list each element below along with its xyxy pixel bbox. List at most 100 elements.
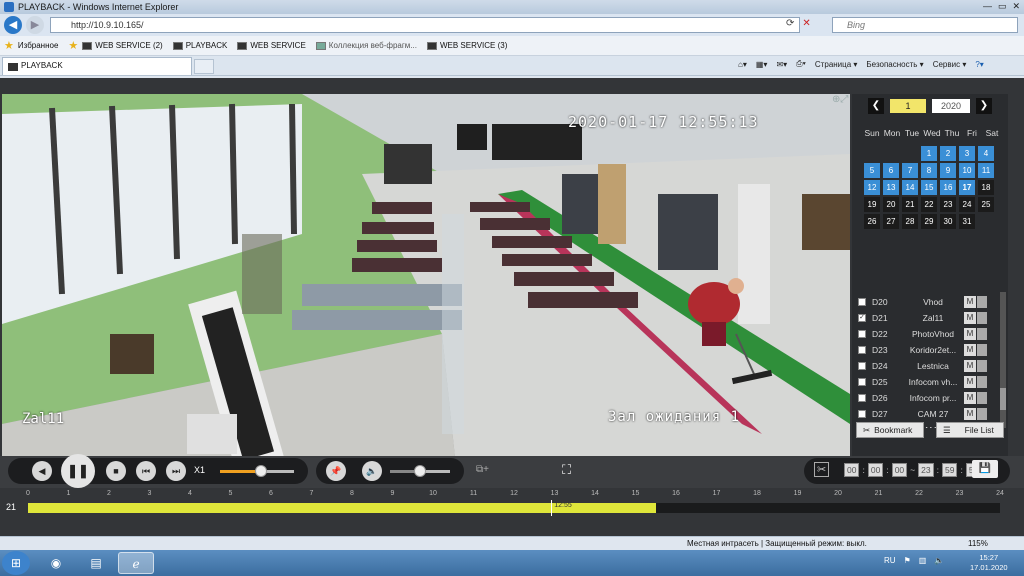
from-hour-field[interactable]: 00 <box>844 463 860 477</box>
network-icon[interactable]: ▥ <box>919 556 927 565</box>
channel-mode-dropdown[interactable] <box>977 296 987 308</box>
channel-checkbox[interactable] <box>858 346 866 354</box>
favorites-star-icon[interactable]: ★ <box>4 39 14 52</box>
maximize-button[interactable]: ▭ <box>998 1 1007 12</box>
calendar-day[interactable]: 12 <box>864 180 880 195</box>
favorites-button[interactable]: Избранное <box>18 41 59 50</box>
calendar-day[interactable]: 17 <box>959 180 975 195</box>
channel-mode[interactable]: M <box>964 360 976 372</box>
file-list-button[interactable]: ☰ File List <box>936 422 1004 438</box>
year-field[interactable]: 2020 <box>932 99 970 113</box>
play-backward-button[interactable]: ◀ <box>32 461 52 481</box>
calendar-day[interactable]: 7 <box>902 163 918 178</box>
stop-icon[interactable]: ✕ <box>802 18 810 29</box>
prev-month-button[interactable]: ❮ <box>868 98 884 114</box>
calendar-day[interactable]: 31 <box>959 214 975 229</box>
forward-button[interactable]: ▶ <box>26 16 44 34</box>
calendar-day[interactable]: 5 <box>864 163 880 178</box>
month-field[interactable]: 1 <box>890 99 926 113</box>
calendar-day[interactable]: 20 <box>883 197 899 212</box>
next-month-button[interactable]: ❯ <box>976 98 992 114</box>
calendar-day[interactable]: 14 <box>902 180 918 195</box>
fav-item[interactable]: WEB SERVICE <box>237 41 306 50</box>
fav-item[interactable]: Коллекция веб-фрагм... <box>315 41 417 50</box>
calendar-day[interactable]: 4 <box>978 146 994 161</box>
fav-item[interactable]: PLAYBACK <box>172 41 227 50</box>
save-icon[interactable]: 💾 <box>972 460 998 478</box>
channel-row[interactable]: D27 CAM 27 M <box>852 406 1002 422</box>
fav-item[interactable]: WEB SERVICE (3) <box>426 41 507 50</box>
channel-row[interactable]: D23 Koridor2et... M <box>852 342 1002 358</box>
ie-taskbar-icon[interactable]: ℯ <box>118 552 154 574</box>
service-menu[interactable]: Сервис ▾ <box>933 60 967 69</box>
channel-row[interactable]: D24 Lestnica M <box>852 358 1002 374</box>
channel-checkbox[interactable] <box>858 378 866 386</box>
from-min-field[interactable]: 00 <box>867 463 884 477</box>
calendar-day[interactable]: 9 <box>940 163 956 178</box>
clip-icon[interactable]: ✂ <box>814 462 830 477</box>
calendar-day[interactable]: 30 <box>940 214 956 229</box>
flag-icon[interactable]: ⚑ <box>904 556 911 565</box>
calendar-day[interactable]: 6 <box>883 163 899 178</box>
scroll-thumb[interactable] <box>1000 388 1006 410</box>
add-favorite-icon[interactable]: ★ <box>68 39 78 52</box>
channel-mode[interactable]: M <box>964 376 976 388</box>
channel-mode-dropdown[interactable] <box>977 328 987 340</box>
chrome-taskbar-icon[interactable]: ◉ <box>38 552 74 574</box>
from-sec-field[interactable]: 00 <box>891 463 908 477</box>
back-button[interactable]: ◀ <box>4 16 22 34</box>
calendar-day[interactable]: 2 <box>940 146 956 161</box>
channel-checkbox[interactable] <box>858 394 866 402</box>
calendar-day[interactable]: 23 <box>940 197 956 212</box>
language-indicator[interactable]: RU <box>884 556 896 565</box>
timeline-track[interactable]: 12:55 <box>28 500 1000 516</box>
calendar-day[interactable]: 8 <box>921 163 937 178</box>
channel-mode[interactable]: M <box>964 312 976 324</box>
channel-mode-dropdown[interactable] <box>977 360 987 372</box>
calendar-day[interactable]: 28 <box>902 214 918 229</box>
speaker-icon[interactable]: 🔈 <box>934 556 944 565</box>
channel-mode-dropdown[interactable] <box>977 312 987 324</box>
calendar-day[interactable]: 24 <box>959 197 975 212</box>
close-button[interactable]: ✕ <box>1012 1 1020 12</box>
minimize-button[interactable]: — <box>983 1 992 12</box>
channel-mode-dropdown[interactable] <box>977 392 987 404</box>
to-hour-field[interactable]: 23 <box>918 463 934 477</box>
channel-checkbox[interactable] <box>858 410 866 418</box>
pin-button[interactable]: 📌 <box>326 461 346 481</box>
calendar-day[interactable]: 26 <box>864 214 880 229</box>
channel-mode-dropdown[interactable] <box>977 408 987 420</box>
channel-row[interactable]: D26 Infocom pr... M <box>852 390 1002 406</box>
calendar-day[interactable]: 3 <box>959 146 975 161</box>
channel-checkbox[interactable] <box>858 330 866 338</box>
calendar-day[interactable]: 27 <box>883 214 899 229</box>
channel-mode[interactable]: M <box>964 296 976 308</box>
prev-frame-button[interactable]: ⏮ <box>136 461 156 481</box>
channel-mode[interactable]: M <box>964 392 976 404</box>
channel-mode[interactable]: M <box>964 344 976 356</box>
clock[interactable]: 15:27 17.01.2020 <box>970 553 1008 573</box>
channel-checkbox[interactable] <box>858 298 866 306</box>
refresh-icon[interactable]: ⟳ <box>786 18 794 29</box>
calendar-day[interactable]: 25 <box>978 197 994 212</box>
calendar-day[interactable]: 29 <box>921 214 937 229</box>
to-min-field[interactable]: 59 <box>941 463 958 477</box>
next-frame-button[interactable]: ⏭ <box>166 461 186 481</box>
speed-slider[interactable] <box>220 465 294 477</box>
channel-mode[interactable]: M <box>964 408 976 420</box>
url-field[interactable]: http://10.9.10.165/ <box>50 17 800 33</box>
search-input[interactable]: Bing <box>832 17 1018 33</box>
channel-row[interactable]: D22 PhotoVhod M <box>852 326 1002 342</box>
bookmark-button[interactable]: ✂ Bookmark <box>856 422 924 438</box>
calendar-day[interactable]: 22 <box>921 197 937 212</box>
calendar-day[interactable]: 13 <box>883 180 899 195</box>
zoom-icon[interactable]: ⊕⤢ <box>832 94 848 105</box>
channel-checkbox[interactable]: ✓ <box>858 314 866 322</box>
calendar-day[interactable]: 11 <box>978 163 994 178</box>
fullscreen-icon[interactable]: ⛶ <box>562 462 571 478</box>
page-menu[interactable]: Страница ▾ <box>815 60 858 69</box>
timeline-cursor[interactable] <box>551 500 553 516</box>
channel-scrollbar[interactable] <box>1000 292 1006 428</box>
security-menu[interactable]: Безопасность ▾ <box>866 60 923 69</box>
feeds-icon[interactable]: ▦▾ <box>756 60 768 69</box>
